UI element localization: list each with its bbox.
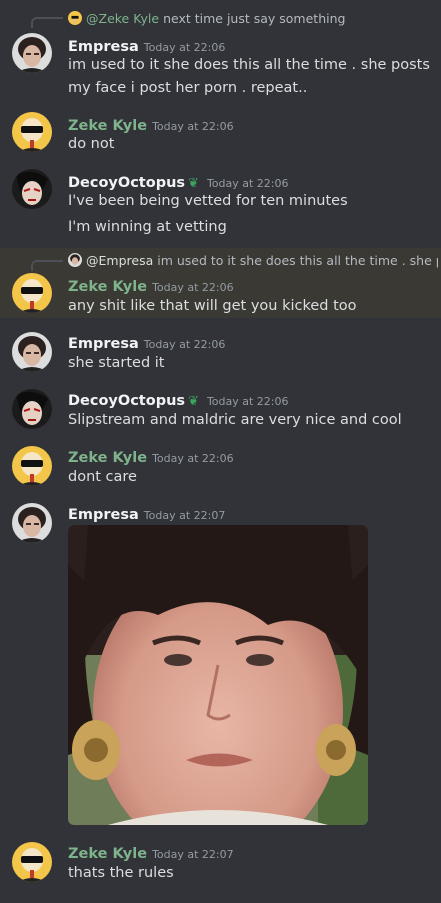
author-name[interactable]: Empresa <box>68 336 139 352</box>
timestamp[interactable]: Today at 22:06 <box>152 120 234 133</box>
message-header: Empresa Today at 22:07 <box>68 504 225 523</box>
author-name[interactable]: Zeke Kyle <box>68 279 147 295</box>
message-header: Empresa Today at 22:06 <box>68 333 225 352</box>
timestamp[interactable]: Today at 22:07 <box>152 848 234 861</box>
avatar-zeke-kyle[interactable] <box>12 842 52 882</box>
reply-avatar <box>68 253 82 267</box>
author-name[interactable]: Empresa <box>68 39 139 55</box>
chat-message-list[interactable]: @Zeke Kyle next time just say something E… <box>0 0 441 903</box>
avatar-zeke-kyle[interactable] <box>12 112 52 152</box>
message-header: DecoyOctopus ❦ Today at 22:06 <box>68 390 289 409</box>
message-item[interactable]: DecoyOctopus ❦ Today at 22:06 I've been be… <box>0 162 441 248</box>
message-header: Zeke Kyle Today at 22:06 <box>68 115 234 134</box>
reply-text: next time just say something <box>163 11 346 26</box>
timestamp[interactable]: Today at 22:07 <box>144 509 226 522</box>
message-header: Zeke Kyle Today at 22:06 <box>68 447 234 466</box>
author-name[interactable]: DecoyOctopus <box>68 175 185 191</box>
message-text: im used to it she does this all the time… <box>68 57 430 73</box>
image-attachment[interactable] <box>68 525 368 825</box>
avatar-decoyoctopus[interactable] <box>12 169 52 209</box>
message-item[interactable]: Zeke Kyle Today at 22:07 thats the rules <box>0 834 441 903</box>
author-name[interactable]: Empresa <box>68 507 139 523</box>
message-text: dont care <box>68 469 137 485</box>
message-header: Empresa Today at 22:06 <box>68 36 225 55</box>
avatar-decoyoctopus[interactable] <box>12 389 52 429</box>
message-text: thats the rules <box>68 865 174 881</box>
reply-preview[interactable]: @Empresa im used to it she does this all … <box>68 253 438 268</box>
message-header: Zeke Kyle Today at 22:07 <box>68 843 234 862</box>
author-name[interactable]: Zeke Kyle <box>68 846 147 862</box>
timestamp[interactable]: Today at 22:06 <box>152 281 234 294</box>
timestamp[interactable]: Today at 22:06 <box>144 41 226 54</box>
author-name[interactable]: DecoyOctopus <box>68 393 185 409</box>
message-item-highlighted[interactable]: @Empresa im used to it she does this all … <box>0 248 441 318</box>
avatar-zeke-kyle[interactable] <box>12 446 52 486</box>
message-text: Slipstream and maldric are very nice and… <box>68 412 402 428</box>
avatar-zeke-kyle[interactable] <box>12 273 52 313</box>
leaf-badge-icon: ❦ <box>188 394 199 409</box>
author-name[interactable]: Zeke Kyle <box>68 118 147 134</box>
timestamp[interactable]: Today at 22:06 <box>207 395 289 408</box>
message-text: any shit like that will get you kicked t… <box>68 298 357 314</box>
reply-spine <box>31 17 63 28</box>
message-item[interactable]: @Zeke Kyle next time just say something E… <box>0 0 441 106</box>
message-item[interactable]: Zeke Kyle Today at 22:06 do not <box>0 106 441 162</box>
author-name[interactable]: Zeke Kyle <box>68 450 147 466</box>
reply-author[interactable]: @Zeke Kyle <box>86 11 159 26</box>
leaf-badge-icon: ❦ <box>188 176 199 191</box>
portrait-image <box>68 525 368 825</box>
message-header: DecoyOctopus ❦ Today at 22:06 <box>68 172 289 191</box>
reply-spine <box>31 260 63 271</box>
avatar-empresa[interactable] <box>12 503 52 543</box>
message-text: she started it <box>68 355 165 371</box>
message-header: Zeke Kyle Today at 22:06 <box>68 276 234 295</box>
reply-preview[interactable]: @Zeke Kyle next time just say something <box>68 11 438 26</box>
timestamp[interactable]: Today at 22:06 <box>144 338 226 351</box>
message-text: I'm winning at vetting <box>68 219 227 235</box>
message-text: I've been being vetted for ten minutes <box>68 193 348 209</box>
message-item[interactable]: Zeke Kyle Today at 22:06 dont care <box>0 432 441 489</box>
timestamp[interactable]: Today at 22:06 <box>207 177 289 190</box>
reply-text: im used to it she does this all the time… <box>157 253 438 268</box>
timestamp[interactable]: Today at 22:06 <box>152 452 234 465</box>
reply-author[interactable]: @Empresa <box>86 253 153 268</box>
message-text: do not <box>68 136 115 152</box>
reply-avatar <box>68 11 82 25</box>
message-item[interactable]: Empresa Today at 22:06 she started it <box>0 318 441 375</box>
message-item[interactable]: DecoyOctopus ❦ Today at 22:06 Slipstream a… <box>0 375 441 432</box>
message-text: my face i post her porn . repeat.. <box>68 80 308 96</box>
avatar-empresa[interactable] <box>12 332 52 372</box>
avatar-empresa[interactable] <box>12 33 52 73</box>
